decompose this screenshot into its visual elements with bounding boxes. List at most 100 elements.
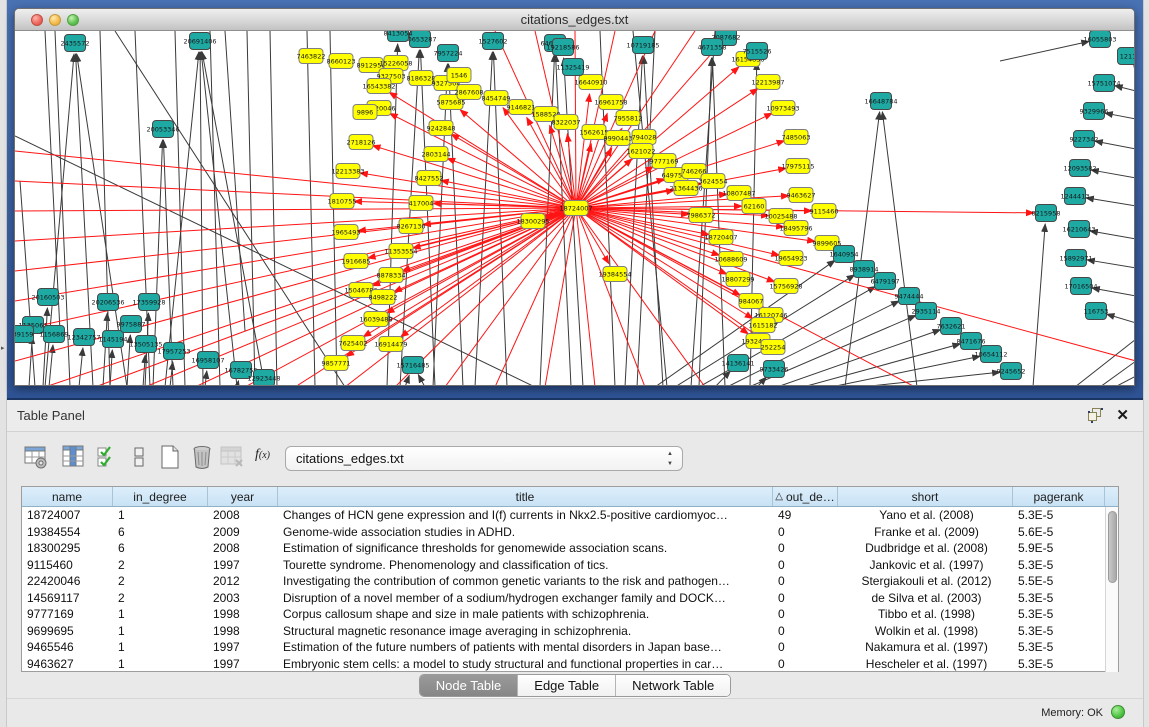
graph-node-label: 1244413	[1061, 192, 1090, 200]
graph-node-label: 16648784	[864, 97, 897, 105]
graph-node-label: 12923448	[247, 374, 280, 382]
graph-node-label: 10973493	[766, 104, 799, 112]
trash-icon[interactable]	[189, 444, 215, 470]
column-header-short[interactable]: short	[838, 487, 1013, 506]
table-cell: 5.3E-5	[1013, 590, 1105, 607]
graph-node-label: 7625402	[339, 339, 368, 347]
graph-edge	[882, 112, 917, 386]
table-cell: 2	[113, 573, 208, 590]
graph-node-label: 1546	[451, 71, 468, 79]
table-selector-combobox[interactable]: citations_edges.txt ▲▼	[285, 446, 683, 471]
graph-node-label: 2803144	[422, 150, 451, 158]
graph-node-label: 62160	[744, 202, 765, 210]
graph-node-label: 7986372	[687, 211, 716, 219]
close-panel-icon[interactable]: ✕	[1116, 406, 1129, 424]
network-canvas[interactable]: 1872400718300295193845549777169649756874…	[15, 31, 1135, 386]
graph-node-label: 19384554	[598, 270, 631, 278]
table-cell: Franke et al. (2009)	[838, 524, 1013, 541]
graph-node-label: 116753	[1084, 307, 1109, 315]
table-row[interactable]: 969969511998Structural magnetic resonanc…	[22, 623, 1118, 640]
select-rows-icon[interactable]	[95, 444, 121, 470]
combobox-stepper-icon[interactable]: ▲▼	[667, 449, 673, 469]
graph-node-label: 19218586	[546, 43, 579, 51]
table-cell: 19384554	[22, 524, 113, 541]
graph-node-label: 1916685	[342, 257, 371, 265]
graph-node-label: 7485063	[782, 133, 811, 141]
table-cell: 2012	[208, 573, 278, 590]
graph-node-label: 2435572	[61, 39, 90, 47]
column-header-in_degree[interactable]: in_degree	[113, 487, 208, 506]
table-toolbar: f(x) citations_edges.txt ▲▼	[7, 432, 1143, 484]
column-header-out_de[interactable]: △out_de…	[773, 487, 838, 506]
status-bar: Memory: OK	[7, 698, 1143, 727]
column-header-title[interactable]: title	[278, 487, 773, 506]
graph-node-label: 7957224	[434, 49, 463, 57]
network-window-titlebar[interactable]: citations_edges.txt	[15, 9, 1134, 31]
table-cell: 1997	[208, 557, 278, 574]
graph-edge	[448, 64, 463, 386]
table-cell: 1	[113, 656, 208, 673]
vertical-scrollbar[interactable]	[1105, 507, 1118, 672]
tab-edge-table[interactable]: Edge Table	[518, 675, 616, 696]
table-cell: 1	[113, 606, 208, 623]
graph-edge	[576, 144, 591, 208]
table-header-row: namein_degreeyeartitle△out_de…shortpager…	[22, 487, 1118, 507]
table-row[interactable]: 1830029562008Estimation of significance …	[22, 540, 1118, 557]
float-panel-icon[interactable]	[1088, 408, 1103, 423]
column-header-year[interactable]: year	[208, 487, 278, 506]
collapse-arrow-icon[interactable]: ▸	[1, 344, 5, 352]
graph-edge	[861, 372, 1000, 386]
graph-node-label: 12342757	[67, 333, 100, 341]
graph-node-label: 18495796	[779, 224, 812, 232]
graph-edge	[1087, 260, 1135, 268]
graph-node-label: 9990443	[604, 134, 633, 142]
graph-node-label: 18807299	[721, 275, 754, 283]
table-row[interactable]: 946362711997Embryonic stem cells: a mode…	[22, 656, 1118, 673]
table-type-segmented-control: Node TableEdge TableNetwork Table	[419, 674, 732, 697]
tab-network-table[interactable]: Network Table	[616, 675, 730, 696]
graph-node-label: 11353554	[384, 247, 417, 255]
table-settings-icon[interactable]	[23, 444, 49, 470]
zoom-window-button[interactable]	[67, 14, 79, 26]
column-header-pagerank[interactable]: pagerank	[1013, 487, 1105, 506]
column-header-name[interactable]: name	[22, 487, 113, 506]
minimize-window-button[interactable]	[49, 14, 61, 26]
table-row[interactable]: 977716911998Corpus callosum shape and si…	[22, 606, 1118, 623]
memory-ok-indicator-icon	[1111, 705, 1125, 719]
application-window: ▸ citations_edges.txt 187240071830029519…	[0, 0, 1149, 727]
table-row[interactable]: 1456911722003Disruption of a novel membe…	[22, 590, 1118, 607]
table-cell: 9699695	[22, 623, 113, 640]
table-row[interactable]: 946554611997Estimation of the future num…	[22, 639, 1118, 656]
graph-node-label: 1527602	[479, 37, 508, 45]
graph-node-label: 16640910	[574, 78, 607, 86]
graph-node-label: 8878334	[377, 271, 406, 279]
table-cell: Structural magnetic resonance image aver…	[278, 623, 773, 640]
graph-edge	[1090, 231, 1135, 239]
table-row[interactable]: 2242004622012Investigating the contribut…	[22, 573, 1118, 590]
graph-node-label: 9777169	[650, 157, 679, 165]
graph-edge	[576, 208, 705, 386]
table-row[interactable]: 1872400712008Changes of HCN gene express…	[22, 507, 1118, 524]
close-window-button[interactable]	[31, 14, 43, 26]
table-cell: Wolkin et al. (1998)	[838, 623, 1013, 640]
table-cell: 2003	[208, 590, 278, 607]
network-view-window[interactable]: citations_edges.txt 18724007183002951938…	[14, 8, 1135, 386]
function-builder-icon[interactable]: f(x)	[255, 447, 281, 473]
row-height-icon[interactable]	[127, 444, 153, 470]
new-document-icon[interactable]	[157, 444, 183, 470]
tab-node-table[interactable]: Node Table	[420, 675, 519, 696]
select-columns-icon[interactable]	[61, 444, 87, 470]
graph-node-label: 18724007	[559, 204, 592, 212]
scrollbar-thumb[interactable]	[1108, 511, 1117, 583]
graph-node-label: 8454749	[482, 94, 511, 102]
table-panel-header: Table Panel ✕	[7, 400, 1143, 432]
graph-node-label: 10025488	[764, 212, 797, 220]
attribute-table: namein_degreeyeartitle△out_de…shortpager…	[21, 486, 1119, 672]
graph-edge	[576, 208, 645, 386]
table-cell: 1997	[208, 639, 278, 656]
graph-node-label: 1640954	[830, 250, 859, 258]
graph-node-label: 16782759	[224, 366, 257, 374]
table-cell: 6	[113, 524, 208, 541]
table-row[interactable]: 911546021997Tourette syndrome. Phenomeno…	[22, 557, 1118, 574]
table-row[interactable]: 1938455462009Genome-wide association stu…	[22, 524, 1118, 541]
